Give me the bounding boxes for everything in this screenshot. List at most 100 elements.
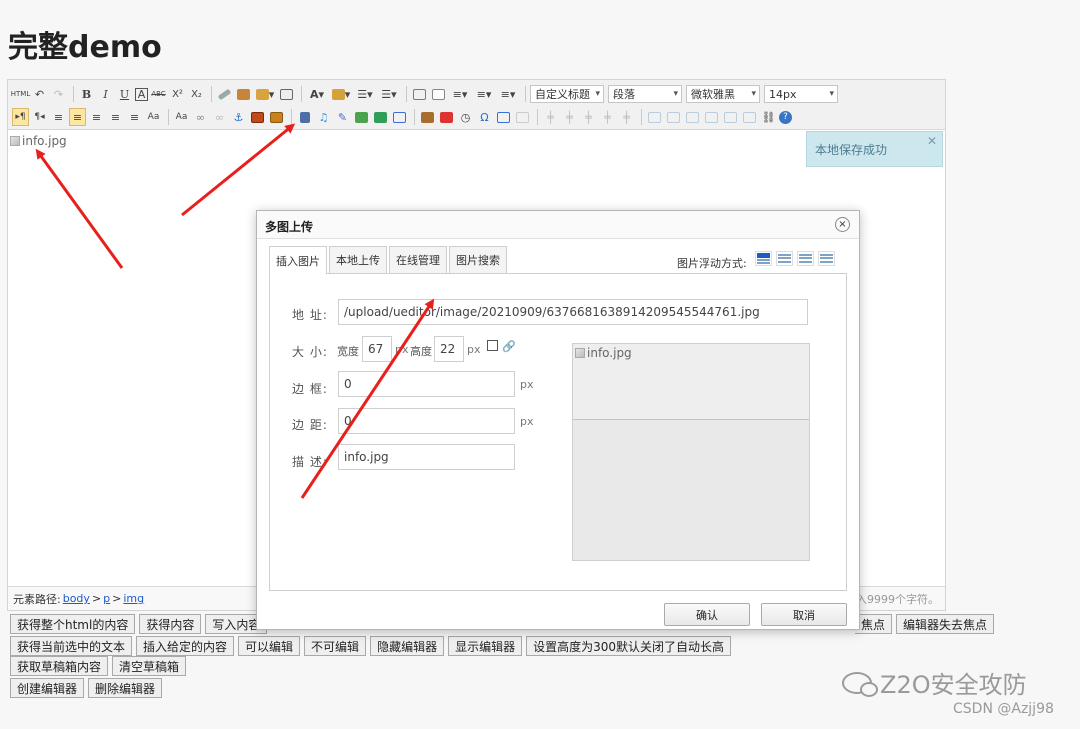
anchor-icon[interactable]: ⚓ (230, 108, 247, 126)
undo-icon[interactable]: ↶ (31, 85, 48, 103)
gmap-icon[interactable] (372, 108, 389, 126)
unlink-icon[interactable]: ∞ (211, 108, 228, 126)
music-icon[interactable]: ♫ (315, 108, 332, 126)
underline-icon[interactable]: U (116, 85, 133, 103)
insertframe-icon[interactable] (391, 108, 408, 126)
table-split-icon[interactable]: ╪ (599, 108, 616, 126)
italic-icon[interactable]: I (97, 85, 114, 103)
tab-local-upload[interactable]: 本地上传 (329, 246, 387, 273)
backcolor-icon[interactable]: ▾ (330, 85, 352, 103)
height-input[interactable]: 22 (434, 336, 464, 362)
table-cell-icon[interactable] (665, 108, 682, 126)
address-input[interactable]: /upload/ueditor/image/20210909/637668163… (338, 299, 808, 325)
margin-input[interactable]: 0 (338, 408, 515, 434)
redo-icon[interactable]: ↷ (50, 85, 67, 103)
inserted-image[interactable]: info.jpg (10, 134, 67, 148)
autotypeset-icon[interactable]: ▾ (254, 85, 276, 103)
close-icon[interactable]: × (835, 217, 850, 232)
width-input[interactable]: 67 (362, 336, 392, 362)
table-row-icon[interactable]: ╪ (542, 108, 559, 126)
table-cell-icon[interactable] (741, 108, 758, 126)
cleardoc-icon[interactable] (430, 85, 447, 103)
disable-edit-button[interactable]: 不可编辑 (304, 636, 367, 656)
directionalityltr-icon[interactable]: ▸¶ (12, 108, 29, 126)
tab-image-search[interactable]: 图片搜索 (449, 246, 507, 273)
date-icon[interactable] (438, 108, 455, 126)
insert-content-button[interactable]: 插入给定的内容 (136, 636, 235, 656)
get-draft-button[interactable]: 获取草稿箱内容 (10, 656, 109, 676)
get-content-button[interactable]: 获得内容 (139, 614, 202, 634)
lock-ratio-checkbox[interactable] (487, 340, 498, 351)
indent-icon[interactable]: ≡ (50, 108, 67, 126)
spechars-icon[interactable]: Ω (476, 108, 493, 126)
tolowercase-icon[interactable]: Aa (173, 108, 190, 126)
pasteplain-icon[interactable] (278, 85, 295, 103)
map-icon[interactable] (353, 108, 370, 126)
focus-button[interactable]: 焦点 (855, 614, 893, 634)
description-input[interactable]: info.jpg (338, 444, 515, 470)
lineheight-icon[interactable]: ≡▾ (497, 85, 519, 103)
selectall-icon[interactable] (411, 85, 428, 103)
table-cell-icon[interactable] (646, 108, 663, 126)
justifycenter-icon[interactable]: ≡ (88, 108, 105, 126)
float-right-icon[interactable] (797, 251, 814, 266)
forecolor-icon[interactable]: A ▾ (306, 85, 328, 103)
hide-editor-button[interactable]: 隐藏编辑器 (370, 636, 445, 656)
directionalityrtl-icon[interactable]: ¶◂ (31, 108, 48, 126)
custom-style-select[interactable]: 自定义标题 (530, 85, 604, 103)
strikethrough-icon[interactable]: ABC (150, 85, 167, 103)
rowspacingbottom-icon[interactable]: ≡▾ (473, 85, 495, 103)
font-family-select[interactable]: 微软雅黑 (686, 85, 760, 103)
get-all-html-button[interactable]: 获得整个html的内容 (10, 614, 136, 634)
float-none-icon[interactable] (755, 251, 772, 266)
link-icon[interactable]: ∞ (192, 108, 209, 126)
touppercase-icon[interactable]: Aa (145, 108, 162, 126)
table-cell-icon[interactable] (684, 108, 701, 126)
bold-icon[interactable]: B (78, 85, 95, 103)
blur-button[interactable]: 编辑器失去焦点 (896, 614, 995, 634)
clear-draft-button[interactable]: 清空草稿箱 (112, 656, 187, 676)
get-selection-button[interactable]: 获得当前选中的文本 (10, 636, 133, 656)
multi-image-upload-icon[interactable] (268, 108, 285, 126)
path-img-link[interactable]: img (123, 592, 144, 605)
paragraph-select[interactable]: 段落 (608, 85, 682, 103)
html-source-icon[interactable]: HTML (11, 85, 30, 103)
insertorderedlist-icon[interactable]: ☰▾ (354, 85, 376, 103)
subscript-icon[interactable]: X₂ (188, 85, 205, 103)
close-icon[interactable]: ✕ (927, 134, 937, 148)
tab-insert-image[interactable]: 插入图片 (269, 246, 327, 274)
formatmatch-icon[interactable] (235, 85, 252, 103)
table-split-col-icon[interactable]: ╪ (618, 108, 635, 126)
time-icon[interactable]: ◷ (457, 108, 474, 126)
insertimage-icon[interactable] (249, 108, 266, 126)
attachment-icon[interactable]: ✎ (334, 108, 351, 126)
help-icon[interactable]: ? (779, 110, 792, 124)
search-replace-icon[interactable]: ⛓ (760, 108, 777, 126)
create-editor-button[interactable]: 创建编辑器 (10, 678, 85, 698)
superscript-icon[interactable]: X² (169, 85, 186, 103)
float-left-icon[interactable] (776, 251, 793, 266)
cancel-button[interactable]: 取消 (761, 603, 847, 626)
insertvideo-icon[interactable] (296, 108, 313, 126)
inserttable-icon[interactable] (495, 108, 512, 126)
deletetable-icon[interactable] (514, 108, 531, 126)
path-body-link[interactable]: body (63, 592, 90, 605)
fontborder-icon[interactable]: A (135, 87, 148, 101)
show-editor-button[interactable]: 显示编辑器 (448, 636, 523, 656)
justifyleft-icon[interactable]: ≡ (69, 108, 86, 126)
confirm-button[interactable]: 确认 (664, 603, 750, 626)
set-height-button[interactable]: 设置高度为300默认关闭了自动长高 (526, 636, 731, 656)
table-col-icon[interactable]: ╪ (561, 108, 578, 126)
tab-online-manage[interactable]: 在线管理 (389, 246, 447, 273)
justifyright-icon[interactable]: ≡ (107, 108, 124, 126)
template-icon[interactable] (419, 108, 436, 126)
justifyjustify-icon[interactable]: ≡ (126, 108, 143, 126)
float-center-icon[interactable] (818, 251, 835, 266)
removeformat-icon[interactable] (216, 85, 233, 103)
table-cell-icon[interactable] (703, 108, 720, 126)
insertunorderedlist-icon[interactable]: ☰▾ (378, 85, 400, 103)
border-input[interactable]: 0 (338, 371, 515, 397)
delete-editor-button[interactable]: 删除编辑器 (88, 678, 163, 698)
rowspacingtop-icon[interactable]: ≡▾ (449, 85, 471, 103)
font-size-select[interactable]: 14px (764, 85, 838, 103)
